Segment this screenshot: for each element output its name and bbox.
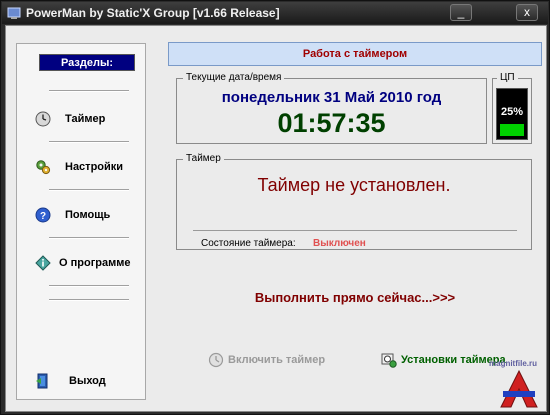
- sidebar-item-help[interactable]: ? Помощь: [35, 204, 110, 226]
- current-date: понедельник 31 Май 2010 год: [221, 89, 442, 106]
- title-bar[interactable]: PowerMan by Static'X Group [v1.66 Releas…: [2, 2, 548, 24]
- close-button[interactable]: x: [516, 4, 538, 21]
- sidebar-item-exit[interactable]: Выход: [35, 370, 106, 392]
- clock-icon: [35, 111, 51, 127]
- timer-group-label: Таймер: [183, 153, 224, 164]
- sidebar-item-about[interactable]: О программе: [35, 252, 131, 274]
- sidebar-divider: [49, 285, 129, 287]
- timer-gear-icon: [208, 352, 224, 368]
- sidebar-divider: [49, 237, 129, 239]
- app-window: PowerMan by Static'X Group [v1.66 Releas…: [0, 0, 550, 415]
- sidebar-title: Разделы:: [39, 54, 135, 71]
- timer-group: Таймер Таймер не установлен. Состояние т…: [176, 153, 532, 250]
- cpu-value: 25%: [500, 106, 524, 118]
- sidebar-item-label: Помощь: [65, 209, 111, 221]
- svg-text:?: ?: [40, 211, 46, 222]
- client-area: Разделы: Таймер Настройки ? Помощь О про…: [5, 25, 547, 412]
- sidebar-divider: [49, 141, 129, 143]
- cpu-group-label: ЦП: [497, 72, 518, 83]
- cpu-meter: 25%: [496, 88, 528, 140]
- sidebar-item-label: О программе: [59, 257, 131, 269]
- timer-state-value: Выключен: [313, 238, 366, 249]
- watermark-logo: magnitfile.ru: [489, 359, 545, 413]
- exit-door-icon: [36, 373, 48, 389]
- datetime-group-label: Текущие дата/время: [183, 72, 285, 83]
- datetime-group: Текущие дата/время понедельник 31 Май 20…: [176, 72, 487, 144]
- minimize-button[interactable]: _: [450, 4, 472, 21]
- enable-timer-button[interactable]: Включить таймер: [208, 352, 325, 368]
- timer-status-message: Таймер не установлен.: [257, 175, 451, 195]
- timer-settings-button[interactable]: Установки таймера: [381, 352, 506, 368]
- enable-timer-label: Включить таймер: [228, 354, 326, 366]
- watermark-text: magnitfile.ru: [489, 359, 538, 368]
- watermark-letter-icon: [500, 369, 538, 408]
- current-time: 01:57:35: [277, 108, 386, 138]
- sidebar-item-label: Таймер: [65, 113, 106, 125]
- info-diamond-icon: [35, 255, 51, 271]
- sidebar-item-settings[interactable]: Настройки: [35, 156, 123, 178]
- timer-state-label: Состояние таймера:: [201, 238, 296, 249]
- gears-icon: [36, 160, 51, 175]
- sidebar-item-timer[interactable]: Таймер: [35, 108, 105, 130]
- sidebar-item-label: Настройки: [65, 161, 124, 173]
- sidebar: Разделы: Таймер Настройки ? Помощь О про…: [16, 43, 146, 400]
- sidebar-divider: [49, 299, 129, 301]
- sidebar-divider: [49, 90, 129, 92]
- cpu-bar-fill: [500, 124, 524, 136]
- sidebar-divider: [49, 189, 129, 191]
- page-title: Работа с таймером: [168, 42, 542, 66]
- sidebar-item-label: Выход: [69, 375, 106, 387]
- app-icon: [7, 7, 21, 19]
- timer-state-divider: [193, 230, 517, 231]
- run-now-link[interactable]: Выполнить прямо сейчас...>>>: [168, 290, 542, 305]
- help-icon: ?: [35, 207, 51, 223]
- cpu-bar-track: [500, 124, 524, 136]
- window-title: PowerMan by Static'X Group [v1.66 Releas…: [26, 6, 280, 20]
- timer-settings-icon: [381, 353, 397, 368]
- cpu-group: ЦП 25%: [492, 72, 532, 144]
